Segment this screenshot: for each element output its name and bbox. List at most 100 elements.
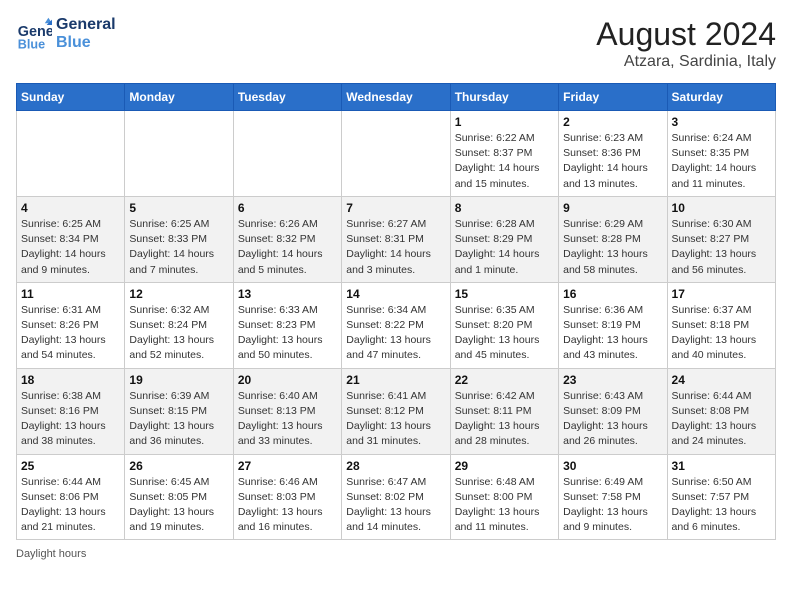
day-number: 30 — [563, 459, 662, 473]
calendar-cell: 4Sunrise: 6:25 AMSunset: 8:34 PMDaylight… — [17, 196, 125, 282]
calendar-table: SundayMondayTuesdayWednesdayThursdayFrid… — [16, 83, 776, 540]
calendar-cell: 22 Sunrise: 6:42 AMSunset: 8:11 PMDayligh… — [450, 368, 558, 454]
day-info: Sunrise: 6:28 AMSunset: 8:29 PMDaylight:… — [455, 217, 554, 278]
day-info: Sunrise: 6:32 AMSunset: 8:24 PMDaylight:… — [129, 303, 228, 364]
calendar-cell: 1 Sunrise: 6:22 AMSunset: 8:37 PMDaylight… — [450, 111, 558, 197]
day-number: 3 — [672, 115, 771, 129]
calendar-cell: 13 Sunrise: 6:33 AMSunset: 8:23 PMDayligh… — [233, 282, 341, 368]
day-info: Sunrise: 6:47 AMSunset: 8:02 PMDaylight:… — [346, 475, 445, 536]
day-info: Sunrise: 6:37 AMSunset: 8:18 PMDaylight:… — [672, 303, 771, 364]
day-info: Sunrise: 6:35 AMSunset: 8:20 PMDaylight:… — [455, 303, 554, 364]
header-sunday: Sunday — [17, 84, 125, 111]
calendar-cell — [233, 111, 341, 197]
calendar-week-2: 4Sunrise: 6:25 AMSunset: 8:34 PMDaylight… — [17, 196, 776, 282]
logo: General Blue General Blue — [16, 16, 116, 52]
calendar-cell: 31Sunrise: 6:50 AMSunset: 7:57 PMDayligh… — [667, 454, 775, 540]
day-number: 9 — [563, 201, 662, 215]
calendar-cell — [17, 111, 125, 197]
calendar-cell: 14 Sunrise: 6:34 AMSunset: 8:22 PMDayligh… — [342, 282, 450, 368]
logo-line2: Blue — [56, 34, 116, 52]
day-info: Sunrise: 6:24 AMSunset: 8:35 PMDaylight:… — [672, 131, 771, 192]
day-number: 11 — [21, 287, 120, 301]
day-info: Sunrise: 6:48 AMSunset: 8:00 PMDaylight:… — [455, 475, 554, 536]
calendar-cell: 29 Sunrise: 6:48 AMSunset: 8:00 PMDayligh… — [450, 454, 558, 540]
logo-line1: General — [56, 16, 116, 34]
calendar-cell: 2Sunrise: 6:23 AMSunset: 8:36 PMDaylight… — [559, 111, 667, 197]
calendar-cell: 28 Sunrise: 6:47 AMSunset: 8:02 PMDayligh… — [342, 454, 450, 540]
day-number: 28 — [346, 459, 445, 473]
calendar-cell: 25Sunrise: 6:44 AMSunset: 8:06 PMDayligh… — [17, 454, 125, 540]
day-info: Sunrise: 6:30 AMSunset: 8:27 PMDaylight:… — [672, 217, 771, 278]
location: Atzara, Sardinia, Italy — [596, 53, 776, 71]
day-number: 26 — [129, 459, 228, 473]
day-info: Sunrise: 6:45 AMSunset: 8:05 PMDaylight:… — [129, 475, 228, 536]
day-info: Sunrise: 6:39 AMSunset: 8:15 PMDaylight:… — [129, 389, 228, 450]
day-info: Sunrise: 6:38 AMSunset: 8:16 PMDaylight:… — [21, 389, 120, 450]
calendar-cell: 23 Sunrise: 6:43 AMSunset: 8:09 PMDayligh… — [559, 368, 667, 454]
day-info: Sunrise: 6:49 AMSunset: 7:58 PMDaylight:… — [563, 475, 662, 536]
calendar-cell: 20Sunrise: 6:40 AMSunset: 8:13 PMDayligh… — [233, 368, 341, 454]
day-number: 22 — [455, 373, 554, 387]
calendar-cell: 24 Sunrise: 6:44 AMSunset: 8:08 PMDayligh… — [667, 368, 775, 454]
day-number: 14 — [346, 287, 445, 301]
footer-note: Daylight hours — [16, 548, 776, 560]
day-number: 1 — [455, 115, 554, 129]
day-number: 29 — [455, 459, 554, 473]
calendar-header: SundayMondayTuesdayWednesdayThursdayFrid… — [17, 84, 776, 111]
calendar-cell: 11 Sunrise: 6:31 AMSunset: 8:26 PMDayligh… — [17, 282, 125, 368]
calendar-cell: 7Sunrise: 6:27 AMSunset: 8:31 PMDaylight… — [342, 196, 450, 282]
header-tuesday: Tuesday — [233, 84, 341, 111]
calendar-cell: 9 Sunrise: 6:29 AMSunset: 8:28 PMDaylight… — [559, 196, 667, 282]
calendar-cell: 21Sunrise: 6:41 AMSunset: 8:12 PMDayligh… — [342, 368, 450, 454]
day-number: 5 — [129, 201, 228, 215]
day-number: 24 — [672, 373, 771, 387]
calendar-cell: 16 Sunrise: 6:36 AMSunset: 8:19 PMDayligh… — [559, 282, 667, 368]
day-info: Sunrise: 6:42 AMSunset: 8:11 PMDaylight:… — [455, 389, 554, 450]
day-number: 7 — [346, 201, 445, 215]
calendar-cell: 18 Sunrise: 6:38 AMSunset: 8:16 PMDayligh… — [17, 368, 125, 454]
day-info: Sunrise: 6:36 AMSunset: 8:19 PMDaylight:… — [563, 303, 662, 364]
calendar-cell: 12 Sunrise: 6:32 AMSunset: 8:24 PMDayligh… — [125, 282, 233, 368]
day-number: 12 — [129, 287, 228, 301]
day-info: Sunrise: 6:43 AMSunset: 8:09 PMDaylight:… — [563, 389, 662, 450]
day-number: 2 — [563, 115, 662, 129]
svg-text:Blue: Blue — [18, 37, 45, 51]
calendar-cell: 26 Sunrise: 6:45 AMSunset: 8:05 PMDayligh… — [125, 454, 233, 540]
calendar-week-1: 1 Sunrise: 6:22 AMSunset: 8:37 PMDaylight… — [17, 111, 776, 197]
day-number: 18 — [21, 373, 120, 387]
day-info: Sunrise: 6:44 AMSunset: 8:08 PMDaylight:… — [672, 389, 771, 450]
day-info: Sunrise: 6:41 AMSunset: 8:12 PMDaylight:… — [346, 389, 445, 450]
day-number: 16 — [563, 287, 662, 301]
day-info: Sunrise: 6:34 AMSunset: 8:22 PMDaylight:… — [346, 303, 445, 364]
day-info: Sunrise: 6:50 AMSunset: 7:57 PMDaylight:… — [672, 475, 771, 536]
day-info: Sunrise: 6:33 AMSunset: 8:23 PMDaylight:… — [238, 303, 337, 364]
day-number: 10 — [672, 201, 771, 215]
header-row: SundayMondayTuesdayWednesdayThursdayFrid… — [17, 84, 776, 111]
calendar-cell: 30 Sunrise: 6:49 AMSunset: 7:58 PMDayligh… — [559, 454, 667, 540]
header-saturday: Saturday — [667, 84, 775, 111]
header-wednesday: Wednesday — [342, 84, 450, 111]
day-number: 13 — [238, 287, 337, 301]
calendar-cell: 15 Sunrise: 6:35 AMSunset: 8:20 PMDayligh… — [450, 282, 558, 368]
day-number: 15 — [455, 287, 554, 301]
day-number: 17 — [672, 287, 771, 301]
day-number: 8 — [455, 201, 554, 215]
calendar-cell: 6Sunrise: 6:26 AMSunset: 8:32 PMDaylight… — [233, 196, 341, 282]
month-year: August 2024 — [596, 16, 776, 53]
calendar-cell — [342, 111, 450, 197]
calendar-week-5: 25Sunrise: 6:44 AMSunset: 8:06 PMDayligh… — [17, 454, 776, 540]
day-number: 4 — [21, 201, 120, 215]
calendar-cell: 19Sunrise: 6:39 AMSunset: 8:15 PMDayligh… — [125, 368, 233, 454]
day-info: Sunrise: 6:22 AMSunset: 8:37 PMDaylight:… — [455, 131, 554, 192]
daylight-hours-label: Daylight hours — [16, 548, 86, 560]
day-info: Sunrise: 6:25 AMSunset: 8:33 PMDaylight:… — [129, 217, 228, 278]
calendar-cell: 10 Sunrise: 6:30 AMSunset: 8:27 PMDayligh… — [667, 196, 775, 282]
day-number: 23 — [563, 373, 662, 387]
day-info: Sunrise: 6:31 AMSunset: 8:26 PMDaylight:… — [21, 303, 120, 364]
day-number: 25 — [21, 459, 120, 473]
day-info: Sunrise: 6:29 AMSunset: 8:28 PMDaylight:… — [563, 217, 662, 278]
calendar-cell: 3 Sunrise: 6:24 AMSunset: 8:35 PMDaylight… — [667, 111, 775, 197]
calendar-week-4: 18 Sunrise: 6:38 AMSunset: 8:16 PMDayligh… — [17, 368, 776, 454]
header-monday: Monday — [125, 84, 233, 111]
day-number: 6 — [238, 201, 337, 215]
